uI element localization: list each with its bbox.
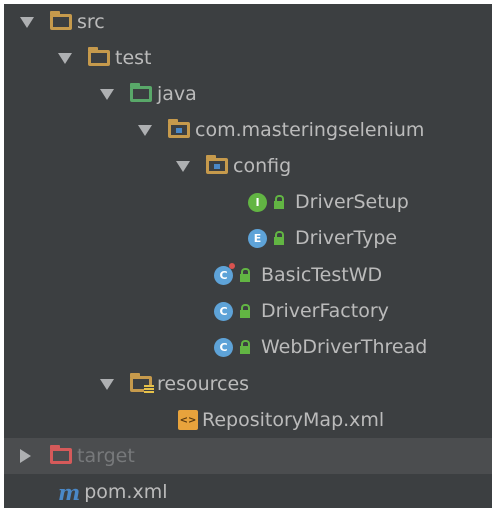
public-lock-icon <box>273 231 285 245</box>
expanded-arrow-icon[interactable] <box>20 16 34 28</box>
expanded-arrow-icon[interactable] <box>138 124 152 136</box>
tree-node-java[interactable]: java <box>4 76 492 112</box>
tree-node-driver-type[interactable]: E DriverType <box>4 220 492 256</box>
class-icon: C <box>214 337 233 357</box>
tree-node-package[interactable]: com.masteringselenium <box>4 112 492 148</box>
node-label: RepositoryMap.xml <box>202 409 385 431</box>
tree-node-basic-test-wd[interactable]: C BasicTestWD <box>4 257 492 293</box>
node-label: target <box>77 445 135 467</box>
tree-node-repository-map[interactable]: <> RepositoryMap.xml <box>4 402 492 438</box>
tree-node-resources[interactable]: resources <box>4 366 492 402</box>
expanded-arrow-icon[interactable] <box>176 160 190 172</box>
public-lock-icon <box>273 195 285 209</box>
folder-icon <box>88 47 110 66</box>
node-label: DriverType <box>295 227 398 249</box>
tree-node-driver-setup[interactable]: I DriverSetup <box>4 184 492 220</box>
node-label: config <box>233 155 292 177</box>
expanded-arrow-icon[interactable] <box>100 88 114 100</box>
node-label: WebDriverThread <box>261 336 428 358</box>
tree-node-src[interactable]: src <box>4 4 492 40</box>
tree-node-web-driver-thread[interactable]: C WebDriverThread <box>4 329 492 365</box>
class-icon: C <box>214 301 233 321</box>
enum-icon: E <box>248 228 267 248</box>
expanded-arrow-icon[interactable] <box>58 52 72 64</box>
folder-icon <box>50 11 72 30</box>
maven-icon: m <box>58 479 81 505</box>
collapsed-arrow-icon[interactable] <box>20 449 31 463</box>
test-class-icon: C <box>214 262 235 285</box>
package-icon <box>168 119 190 138</box>
resources-folder-icon <box>130 373 154 394</box>
node-label: pom.xml <box>84 481 168 503</box>
node-label: test <box>115 47 152 69</box>
tree-node-test[interactable]: test <box>4 40 492 76</box>
node-label: DriverFactory <box>261 300 389 322</box>
source-folder-icon <box>130 83 152 102</box>
excluded-folder-icon <box>50 445 72 464</box>
xml-file-icon: <> <box>178 410 198 430</box>
public-lock-icon <box>239 340 251 354</box>
node-label: resources <box>157 373 250 395</box>
expanded-arrow-icon[interactable] <box>100 378 114 390</box>
node-label: com.masteringselenium <box>195 119 425 141</box>
tree-node-driver-factory[interactable]: C DriverFactory <box>4 293 492 329</box>
package-icon <box>206 155 228 174</box>
public-lock-icon <box>239 268 251 282</box>
interface-icon: I <box>248 192 267 212</box>
node-label: src <box>77 11 105 33</box>
node-label: java <box>157 83 197 105</box>
project-tree: src test java com.masteringselenium conf… <box>4 4 492 508</box>
tree-node-pom[interactable]: m pom.xml <box>4 474 492 508</box>
tree-node-target[interactable]: target <box>4 438 492 474</box>
node-label: BasicTestWD <box>261 264 383 286</box>
node-label: DriverSetup <box>295 191 409 213</box>
public-lock-icon <box>239 304 251 318</box>
tree-node-config[interactable]: config <box>4 148 492 184</box>
